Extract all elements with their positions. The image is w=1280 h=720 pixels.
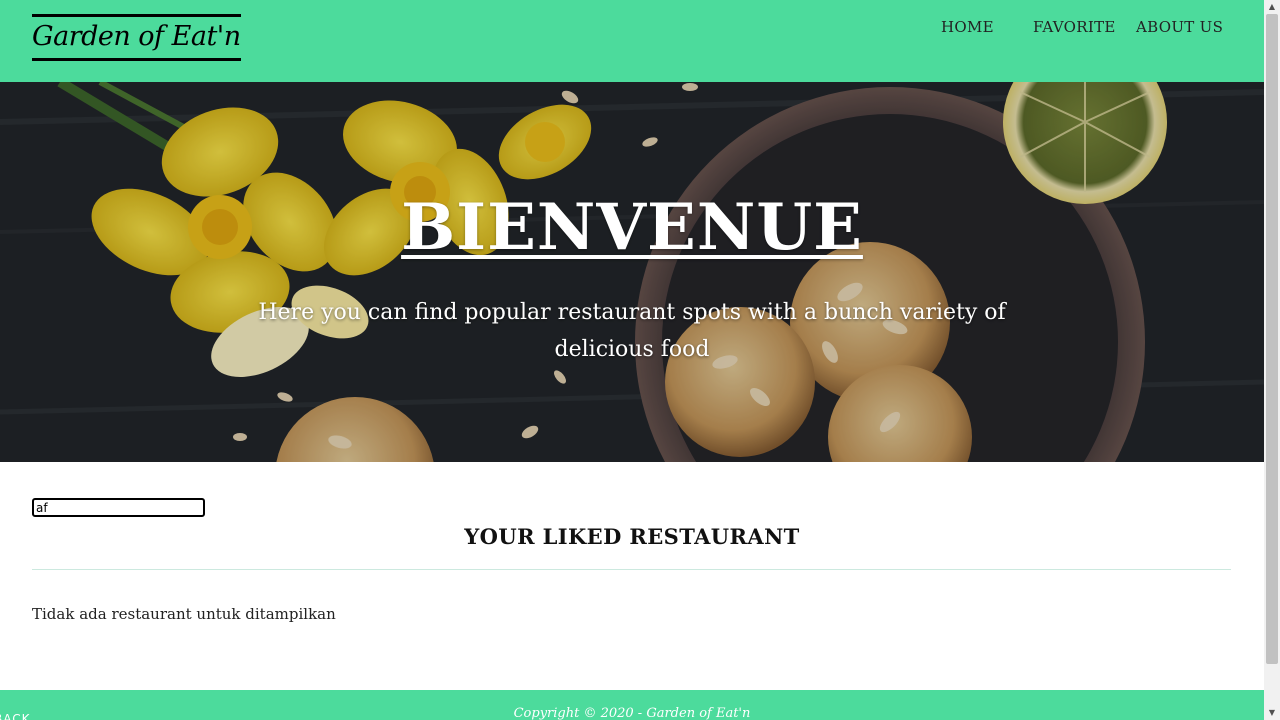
hero-title: BIENVENUE [401, 190, 863, 265]
nav-favorite-link[interactable]: FAVORITE [1033, 18, 1116, 36]
page-scrollbar[interactable]: ▲ ▼ [1264, 0, 1280, 720]
footer-copyright: Copyright © 2020 - Garden of Eat'n [513, 706, 751, 720]
hero-food-image [0, 82, 1264, 462]
app-footer: BACK Copyright © 2020 - Garden of Eat'n [0, 690, 1264, 720]
hero-subtitle: Here you can find popular restaurant spo… [258, 300, 1006, 362]
empty-state-message: Tidak ada restaurant untuk ditampilkan [32, 605, 336, 623]
scrollbar-thumb[interactable] [1266, 14, 1278, 664]
section-title: YOUR LIKED RESTAURANT [464, 524, 800, 549]
main-nav: HOME FAVORITE ABOUT US [0, 18, 1264, 38]
search-input[interactable] [32, 498, 205, 517]
app-header: Garden of Eat'n HOME FAVORITE ABOUT US [0, 0, 1264, 82]
hero-banner: BIENVENUE Here you can find popular rest… [0, 82, 1264, 462]
triangle-down-icon[interactable]: ▼ [1264, 706, 1280, 720]
triangle-up-icon[interactable]: ▲ [1264, 0, 1280, 14]
section-divider [32, 569, 1231, 570]
nav-home-link[interactable]: HOME [941, 18, 994, 36]
nav-about-link[interactable]: ABOUT US [1136, 18, 1223, 36]
